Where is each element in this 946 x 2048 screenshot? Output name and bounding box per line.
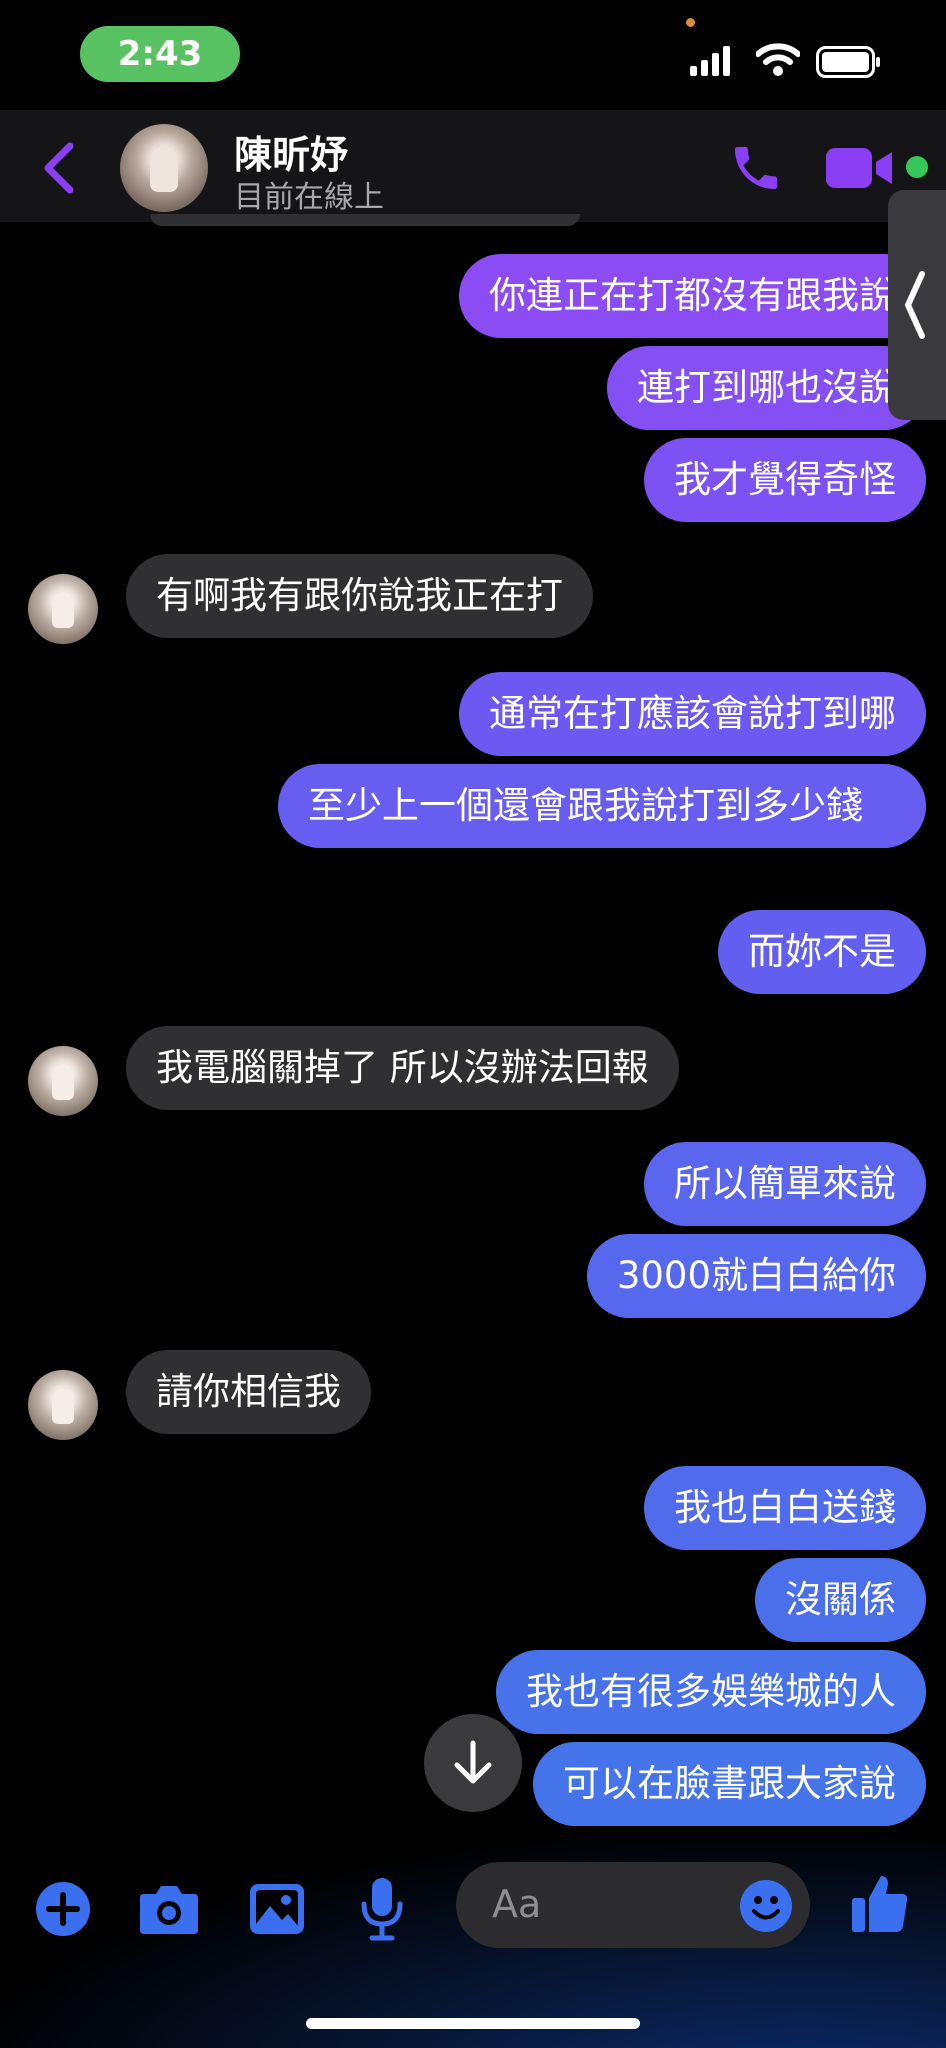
phone-icon[interactable] xyxy=(728,140,784,196)
online-indicator xyxy=(906,156,928,178)
status-bar: 2:43 xyxy=(0,0,946,110)
message-outgoing[interactable]: 你連正在打都沒有跟我說 xyxy=(459,254,926,338)
like-icon[interactable] xyxy=(850,1872,910,1934)
message-outgoing[interactable]: 可以在臉書跟大家說 xyxy=(533,1742,926,1826)
image-icon[interactable] xyxy=(248,1882,306,1936)
previous-message-edge xyxy=(150,214,580,226)
message-outgoing[interactable]: 我才覺得奇怪 xyxy=(644,438,926,522)
sender-avatar[interactable] xyxy=(28,574,98,644)
status-time: 2:43 xyxy=(80,26,240,82)
scroll-to-bottom-button[interactable] xyxy=(424,1714,522,1812)
emoji-icon[interactable] xyxy=(738,1878,794,1934)
message-outgoing[interactable]: 我也有很多娛樂城的人 xyxy=(496,1650,926,1734)
message-incoming[interactable]: 有啊我有跟你說我正在打 xyxy=(126,554,593,638)
message-incoming[interactable]: 請你相信我 xyxy=(126,1350,371,1434)
message-input[interactable]: Aa xyxy=(456,1862,810,1948)
sender-avatar[interactable] xyxy=(28,1046,98,1116)
contact-avatar[interactable] xyxy=(120,124,208,212)
signal-icon xyxy=(690,46,730,76)
video-icon[interactable] xyxy=(826,146,896,190)
sender-avatar[interactable] xyxy=(28,1370,98,1440)
microphone-icon[interactable] xyxy=(360,1876,404,1942)
message-outgoing[interactable]: 而妳不是 xyxy=(718,910,926,994)
message-outgoing[interactable]: 3000就白白給你 xyxy=(586,1234,926,1318)
contact-status: 目前在線上 xyxy=(234,180,384,215)
home-indicator xyxy=(306,2018,640,2029)
message-composer: Aa xyxy=(0,1838,946,2048)
message-outgoing[interactable]: 所以簡單來說 xyxy=(644,1142,926,1226)
message-outgoing[interactable]: 沒關係 xyxy=(755,1558,926,1642)
contact-name[interactable]: 陳昕妤 xyxy=(234,124,348,179)
chevron-left-icon xyxy=(904,271,925,339)
wifi-icon xyxy=(756,43,800,76)
message-outgoing[interactable]: 至少上一個還會跟我說打到多少錢 xyxy=(278,764,926,848)
battery-icon xyxy=(816,46,880,78)
arrow-down-icon xyxy=(454,1740,492,1784)
privacy-indicator-dot xyxy=(686,18,695,27)
message-incoming[interactable]: 我電腦關掉了 所以沒辦法回報 xyxy=(126,1026,679,1110)
side-panel-handle[interactable] xyxy=(888,190,946,420)
message-outgoing[interactable]: 連打到哪也沒說 xyxy=(607,346,926,430)
camera-icon[interactable] xyxy=(138,1882,200,1936)
plus-icon[interactable] xyxy=(34,1880,92,1938)
message-outgoing[interactable]: 通常在打應該會說打到哪 xyxy=(459,672,926,756)
chat-header: 陳昕妤 目前在線上 xyxy=(0,110,946,222)
message-outgoing[interactable]: 我也白白送錢 xyxy=(644,1466,926,1550)
back-icon[interactable] xyxy=(40,140,80,196)
message-input-placeholder: Aa xyxy=(492,1882,542,1926)
